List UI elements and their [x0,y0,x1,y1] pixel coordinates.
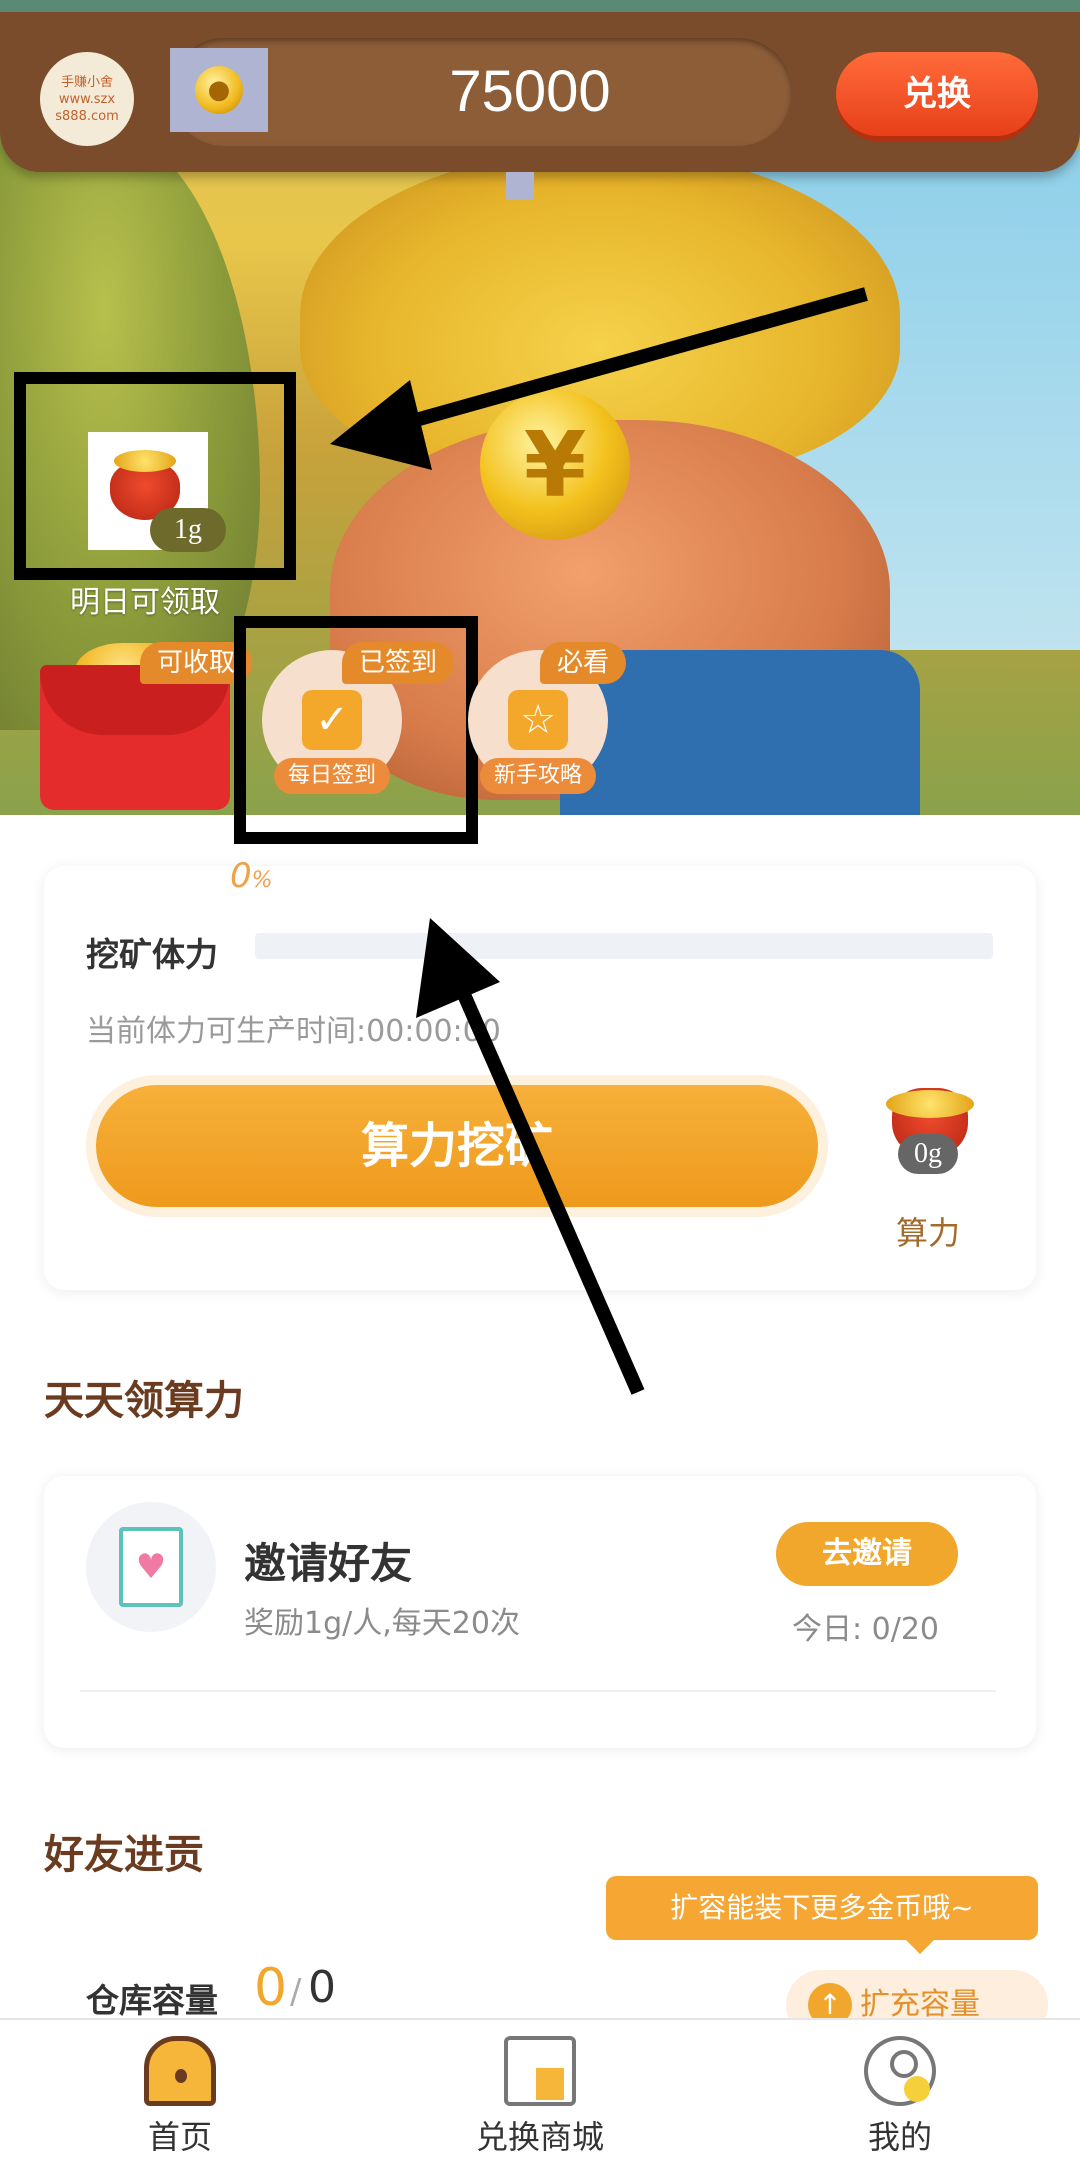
invite-daily-count: 今日: 0/20 [792,1612,940,1647]
stamina-percent: 0% [230,856,273,896]
must-read-tag: 必看 [540,642,626,684]
stamina-progress-bar [255,933,993,959]
power-amount-badge: 0g [898,1134,958,1174]
yuan-coin-icon: ¥ [480,390,630,540]
home-icon [144,2036,216,2106]
remaining-time-text: 当前体力可生产时间:00:00:00 [86,1014,501,1049]
small-coin-icon [506,172,534,200]
nav-label-home: 首页 [147,2118,212,2156]
invite-reward-desc: 奖励1g/人,每天20次 [244,1606,520,1641]
power-label: 算力 [896,1214,961,1252]
red-envelope-icon[interactable] [40,643,230,810]
header-top-stripe [0,0,1080,12]
warehouse-used: 0 [254,1958,288,2018]
daily-power-title: 天天领算力 [44,1378,244,1424]
stamina-label: 挖矿体力 [86,935,218,974]
coin-balance: 75000 [449,59,611,124]
warehouse-separator: / [290,1972,302,2012]
nav-item-home[interactable]: 首页 [80,2020,280,2158]
claim-tomorrow-caption: 明日可领取 [70,585,220,620]
app-logo[interactable]: 手赚小舍 www.szx s888.com [40,52,134,146]
greeting-card-icon: ♥ [119,1527,183,1607]
expand-capacity-label: 扩充容量 [860,1987,980,2022]
highlight-box-gift [14,372,296,580]
highlight-box-checkin [234,616,478,844]
expand-tooltip: 扩容能装下更多金币哦~ [606,1876,1038,1954]
logo-line: 手赚小舍 [60,74,113,90]
warehouse-label: 仓库容量 [86,1981,218,2020]
profile-icon [864,2036,936,2106]
invite-divider [80,1690,996,1692]
coin-icon-frame: ● [170,48,268,132]
nav-item-profile[interactable]: 我的 [800,2020,1000,2158]
nav-label-profile: 我的 [867,2118,932,2156]
beginner-guide-label: 新手攻略 [480,758,596,794]
invite-icon-circle: ♥ [86,1502,216,1632]
stamina-percent-value: 0 [230,856,252,896]
bottom-nav: 首页 兑换商城 我的 [0,2018,1080,2158]
logo-line: www.szx [58,91,116,107]
logo-line: s888.com [55,108,119,124]
stamina-percent-unit: % [251,868,273,893]
gold-coin-icon: ● [195,66,243,114]
invite-button[interactable]: 去邀请 [776,1522,958,1586]
star-icon: ☆ [508,690,568,750]
shop-icon [504,2036,576,2106]
invite-friends-title: 邀请好友 [244,1539,413,1588]
warehouse-capacity: 0 [308,1962,336,2013]
friends-tribute-title: 好友进贡 [44,1832,204,1878]
power-pot-gold-icon [886,1090,974,1118]
mine-button[interactable]: 算力挖矿 [96,1085,818,1207]
nav-label-exchange-mall: 兑换商城 [475,2118,604,2156]
nav-item-exchange-mall[interactable]: 兑换商城 [440,2020,640,2158]
exchange-button[interactable]: 兑换 [836,52,1038,136]
